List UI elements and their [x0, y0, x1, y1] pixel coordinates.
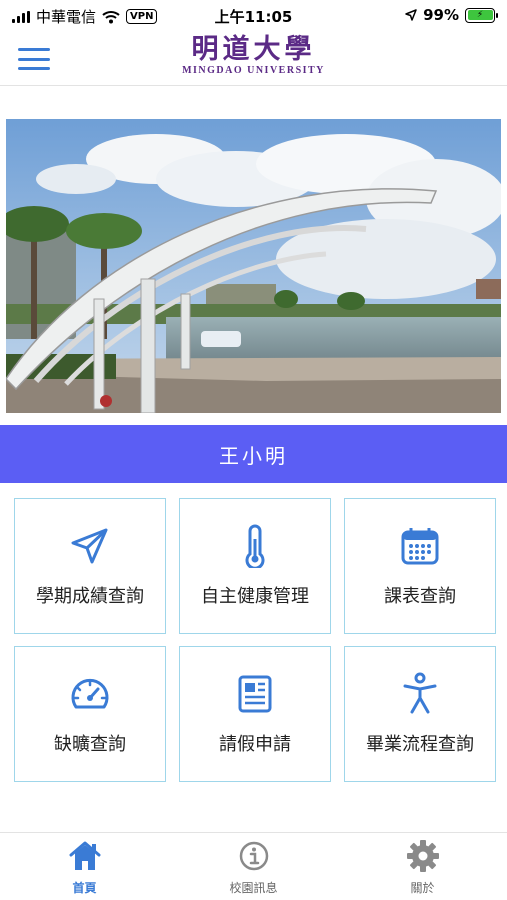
tab-label: 關於: [410, 881, 435, 895]
speedometer-icon: [68, 672, 112, 716]
campus-banner-image: [6, 119, 501, 413]
home-icon: [68, 839, 102, 873]
tile-label: 自主健康管理: [201, 586, 309, 607]
tile-label: 畢業流程查詢: [366, 734, 474, 755]
tile-label: 請假申請: [219, 734, 291, 755]
status-right: 99% ⚡: [405, 6, 498, 24]
user-name-bar: 王小明: [0, 425, 507, 483]
send-icon: [68, 524, 112, 568]
absence-query-tile[interactable]: 缺曠查詢: [14, 646, 166, 782]
tile-label: 課表查詢: [384, 586, 456, 607]
tab-label: 首頁: [72, 881, 97, 895]
tab-campus-news[interactable]: 校園訊息: [169, 833, 338, 900]
user-name: 王小明: [219, 443, 288, 468]
leave-application-tile[interactable]: 請假申請: [179, 646, 331, 782]
status-bar: 中華電信 VPN 上午11:05 99% ⚡: [0, 0, 507, 30]
tab-label: 校園訊息: [229, 881, 278, 895]
calendar-icon: [398, 524, 442, 568]
app-header: 明道大學 MINGDAO UNIVERSITY: [0, 30, 507, 86]
logo-chinese: 明道大學: [191, 34, 316, 65]
thermometer-icon: [233, 524, 277, 568]
tile-label: 學期成績查詢: [36, 586, 144, 607]
tab-home[interactable]: 首頁: [0, 833, 169, 900]
accessibility-icon: [398, 672, 442, 716]
timetable-tile[interactable]: 課表查詢: [344, 498, 496, 634]
newspaper-icon: [233, 672, 277, 716]
university-logo: 明道大學 MINGDAO UNIVERSITY: [0, 34, 507, 76]
tile-label: 缺曠查詢: [54, 734, 126, 755]
graduation-process-tile[interactable]: 畢業流程查詢: [344, 646, 496, 782]
logo-english: MINGDAO UNIVERSITY: [182, 65, 325, 76]
function-grid: 學期成績查詢 自主健康管理 課表查詢 缺曠查詢 請假申請 畢業流程查詢: [14, 498, 496, 782]
info-icon: [237, 839, 271, 873]
battery-percent: 99%: [423, 6, 459, 24]
health-management-tile[interactable]: 自主健康管理: [179, 498, 331, 634]
gear-icon: [406, 839, 440, 873]
battery-icon: ⚡: [465, 7, 498, 23]
location-arrow-icon: [405, 9, 417, 21]
bottom-tab-bar: 首頁 校園訊息 關於: [0, 832, 507, 900]
tab-about[interactable]: 關於: [338, 833, 507, 900]
grade-query-tile[interactable]: 學期成績查詢: [14, 498, 166, 634]
